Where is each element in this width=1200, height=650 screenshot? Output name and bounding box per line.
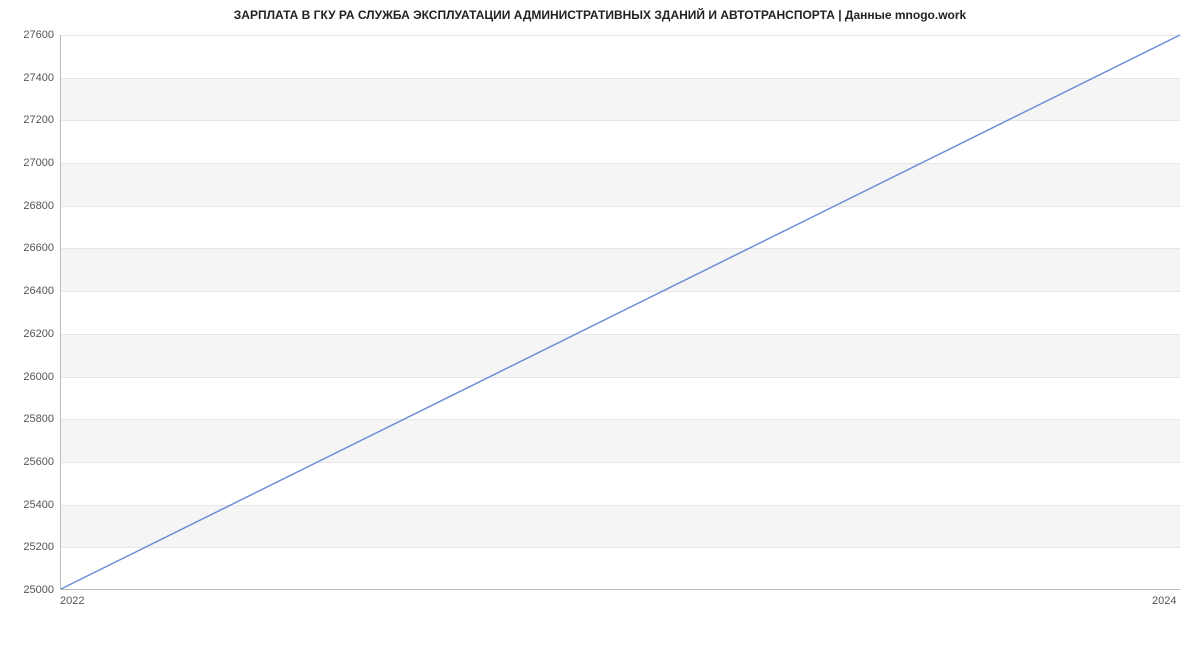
y-tick-label: 27600 (4, 29, 54, 41)
y-tick-label: 27200 (4, 114, 54, 126)
y-tick-label: 26200 (4, 328, 54, 340)
y-tick-label: 27000 (4, 157, 54, 169)
y-tick-label: 25200 (4, 541, 54, 553)
y-tick-label: 27400 (4, 72, 54, 84)
chart-title: ЗАРПЛАТА В ГКУ РА СЛУЖБА ЭКСПЛУАТАЦИИ АД… (0, 8, 1200, 22)
y-tick-label: 26000 (4, 371, 54, 383)
y-tick-label: 25400 (4, 499, 54, 511)
x-tick-label: 2024 (1152, 595, 1176, 607)
y-tick-label: 25000 (4, 584, 54, 596)
y-tick-label: 25800 (4, 413, 54, 425)
y-tick-label: 26600 (4, 242, 54, 254)
y-tick-label: 25600 (4, 456, 54, 468)
plot-area (60, 35, 1180, 590)
y-tick-label: 26400 (4, 285, 54, 297)
y-tick-label: 26800 (4, 200, 54, 212)
x-tick-label: 2022 (60, 595, 84, 607)
data-line (61, 35, 1180, 589)
salary-line-chart: ЗАРПЛАТА В ГКУ РА СЛУЖБА ЭКСПЛУАТАЦИИ АД… (0, 0, 1200, 650)
